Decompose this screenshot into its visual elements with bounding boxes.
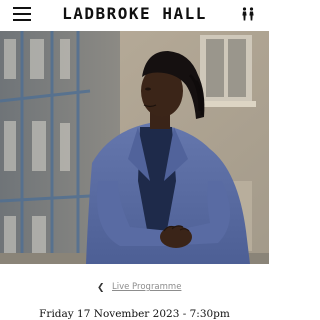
back-navigation: ❮ Live Programme [0, 282, 269, 296]
live-programme-link[interactable]: Live Programme [112, 282, 181, 292]
site-logo[interactable]: LADBROKE HALL [0, 4, 269, 23]
event-date: Friday 17 November 2023 - 7:30pm [39, 308, 230, 320]
people-icon[interactable] [241, 7, 255, 21]
site-header: LADBROKE HALL [0, 0, 269, 30]
hero-photo [0, 31, 269, 264]
chevron-left-icon[interactable]: ❮ [97, 283, 105, 293]
